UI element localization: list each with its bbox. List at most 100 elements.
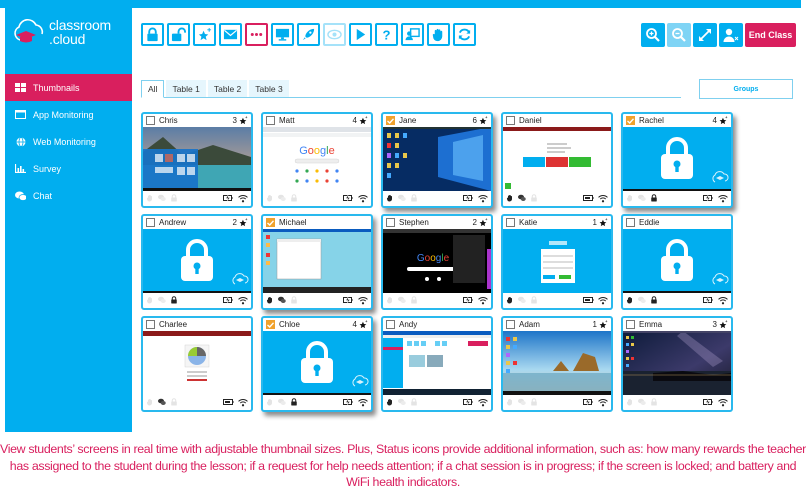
screen-preview[interactable] bbox=[383, 127, 491, 191]
select-checkbox[interactable] bbox=[506, 116, 515, 125]
zoom-in-button[interactable] bbox=[641, 23, 665, 47]
lock-status-icon bbox=[531, 398, 537, 406]
help-button[interactable]: ? bbox=[375, 23, 398, 46]
groups-button[interactable]: Groups bbox=[699, 79, 793, 99]
view-button[interactable] bbox=[323, 23, 346, 46]
screen-preview[interactable] bbox=[503, 331, 611, 395]
student-thumbnail[interactable]: Stephen 2 Google bbox=[381, 214, 493, 310]
thumbnail-header: Stephen 2 bbox=[383, 216, 491, 229]
more-button[interactable] bbox=[245, 23, 268, 46]
tab-all[interactable]: All bbox=[141, 80, 165, 98]
battery-charging-icon bbox=[343, 296, 353, 304]
student-thumbnail[interactable]: Andrew 2 bbox=[141, 214, 253, 310]
screen-preview[interactable] bbox=[263, 229, 371, 293]
lock-status-icon bbox=[411, 194, 417, 202]
locked-screen[interactable] bbox=[143, 229, 251, 293]
unlock-icon bbox=[171, 27, 186, 42]
student-thumbnail[interactable]: Eddie bbox=[621, 214, 733, 310]
reward-button[interactable] bbox=[193, 23, 216, 46]
select-checkbox[interactable] bbox=[146, 320, 155, 329]
tab-table-2[interactable]: Table 2 bbox=[207, 80, 248, 97]
screen-preview[interactable] bbox=[143, 127, 251, 191]
tab-table-1[interactable]: Table 1 bbox=[166, 80, 206, 97]
reward-count: 1 bbox=[592, 218, 597, 227]
screen-preview[interactable] bbox=[503, 229, 611, 293]
screen-preview[interactable]: Google bbox=[383, 229, 491, 293]
show-screen-button[interactable] bbox=[271, 23, 294, 46]
student-thumbnail[interactable]: Daniel bbox=[501, 112, 613, 208]
sidebar-item-survey[interactable]: Survey bbox=[5, 155, 132, 182]
select-checkbox[interactable] bbox=[266, 218, 275, 227]
tab-table-3[interactable]: Table 3 bbox=[249, 80, 289, 97]
present-button[interactable] bbox=[401, 23, 424, 46]
remove-user-button[interactable] bbox=[719, 23, 743, 47]
question-icon: ? bbox=[382, 28, 390, 42]
student-thumbnail[interactable]: Jane 6 bbox=[381, 112, 493, 208]
student-thumbnail[interactable]: Emma 3 bbox=[621, 316, 733, 412]
zoom-out-button[interactable] bbox=[667, 23, 691, 47]
select-checkbox[interactable] bbox=[266, 116, 275, 125]
end-class-button[interactable]: End Class bbox=[745, 23, 796, 47]
select-checkbox[interactable] bbox=[146, 218, 155, 227]
rewards: 3 bbox=[233, 116, 248, 125]
launch-button[interactable] bbox=[297, 23, 320, 46]
screen-preview[interactable]: Google bbox=[263, 127, 371, 191]
eye-icon bbox=[327, 29, 342, 40]
select-checkbox[interactable] bbox=[506, 218, 515, 227]
locked-screen[interactable] bbox=[623, 229, 731, 293]
select-checkbox[interactable] bbox=[626, 320, 635, 329]
student-thumbnail[interactable]: Katie 1 bbox=[501, 214, 613, 310]
message-button[interactable] bbox=[219, 23, 242, 46]
sidebar-item-chat[interactable]: Chat bbox=[5, 182, 132, 209]
wifi-icon bbox=[238, 296, 248, 304]
locked-screen[interactable] bbox=[263, 331, 371, 395]
student-thumbnail[interactable]: Chloe 4 bbox=[261, 316, 373, 412]
play-button[interactable] bbox=[349, 23, 372, 46]
lock-button[interactable] bbox=[141, 23, 164, 46]
student-thumbnail[interactable]: Michael bbox=[261, 214, 373, 310]
help-hand-icon bbox=[626, 297, 632, 304]
student-thumbnail[interactable]: Chris 3 bbox=[141, 112, 253, 208]
lock-status-icon bbox=[171, 194, 177, 202]
select-checkbox[interactable] bbox=[386, 218, 395, 227]
student-thumbnail[interactable]: Matt 4 Google bbox=[261, 112, 373, 208]
unlock-button[interactable] bbox=[167, 23, 190, 46]
select-checkbox[interactable] bbox=[266, 320, 275, 329]
chat-status-icon bbox=[278, 296, 286, 303]
lock-icon bbox=[147, 27, 158, 42]
screen-preview[interactable] bbox=[503, 127, 611, 191]
screen-preview[interactable] bbox=[383, 331, 491, 395]
status-bar bbox=[143, 293, 251, 307]
sidebar-item-web-monitoring[interactable]: Web Monitoring bbox=[5, 128, 132, 155]
student-thumbnail[interactable]: Andy bbox=[381, 316, 493, 412]
wifi-icon bbox=[478, 194, 488, 202]
sidebar bbox=[5, 8, 132, 432]
status-bar bbox=[263, 293, 371, 307]
fullscreen-button[interactable] bbox=[693, 23, 717, 47]
help-requests-button[interactable] bbox=[427, 23, 450, 46]
student-thumbnail[interactable]: Adam 1 bbox=[501, 316, 613, 412]
select-checkbox[interactable] bbox=[386, 116, 395, 125]
student-thumbnail[interactable]: Rachel 4 bbox=[621, 112, 733, 208]
select-checkbox[interactable] bbox=[626, 116, 635, 125]
sidebar-item-app-monitoring[interactable]: App Monitoring bbox=[5, 101, 132, 128]
reward-count: 1 bbox=[592, 320, 597, 329]
status-bar bbox=[143, 395, 251, 409]
refresh-button[interactable] bbox=[453, 23, 476, 46]
select-checkbox[interactable] bbox=[146, 116, 155, 125]
select-checkbox[interactable] bbox=[386, 320, 395, 329]
help-hand-icon bbox=[266, 195, 272, 202]
screen-preview[interactable] bbox=[623, 331, 731, 395]
help-hand-icon bbox=[146, 195, 152, 202]
thumbnail-header: Charlee bbox=[143, 318, 251, 331]
sidebar-item-thumbnails[interactable]: Thumbnails bbox=[5, 74, 132, 101]
select-checkbox[interactable] bbox=[506, 320, 515, 329]
screen-preview[interactable] bbox=[143, 331, 251, 395]
select-checkbox[interactable] bbox=[626, 218, 635, 227]
help-hand-icon bbox=[626, 399, 632, 406]
grid-icon bbox=[15, 83, 26, 92]
battery-charging-icon bbox=[463, 194, 473, 202]
student-name: Eddie bbox=[639, 218, 660, 227]
student-thumbnail[interactable]: Charlee bbox=[141, 316, 253, 412]
locked-screen[interactable] bbox=[623, 127, 731, 191]
